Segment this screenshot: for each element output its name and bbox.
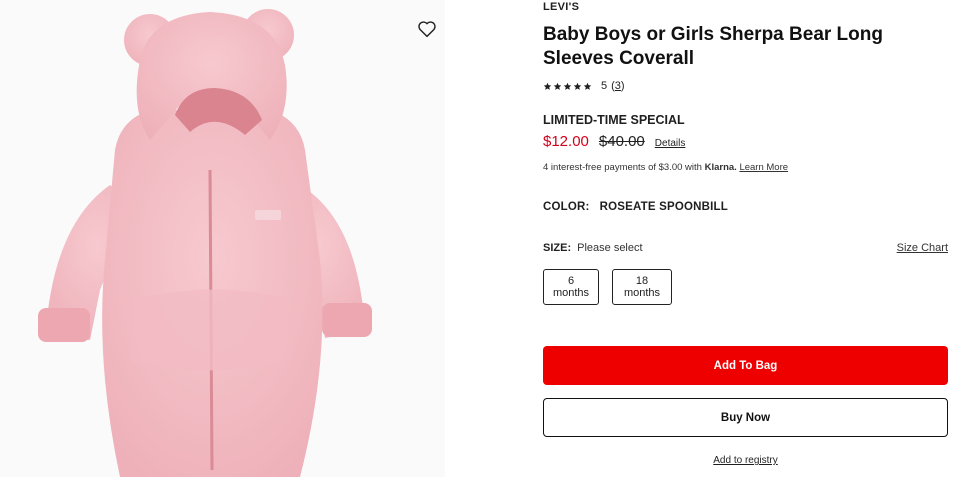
star-icon	[553, 82, 562, 90]
rating-row[interactable]: 5 (3)	[543, 80, 625, 92]
installment-text: 4 interest-free payments of $3.00 with K…	[543, 162, 788, 173]
price-row: $12.00 $40.00 Details	[543, 133, 685, 150]
sale-price: $12.00	[543, 133, 589, 150]
add-to-bag-button[interactable]: Add To Bag	[543, 346, 948, 385]
star-icon	[543, 82, 552, 90]
add-to-registry-link[interactable]: Add to registry	[543, 455, 948, 466]
installment-prefix: 4 interest-free payments of $3.00 with	[543, 162, 702, 173]
color-row: COLOR: ROSEATE SPOONBILL	[543, 201, 728, 213]
size-option-6-months[interactable]: 6 months	[543, 269, 599, 305]
rating-value: 5	[601, 80, 608, 92]
star-icon	[563, 82, 572, 90]
details-link[interactable]: Details	[655, 138, 686, 149]
review-count[interactable]: (3)	[611, 80, 624, 92]
promo-label: LIMITED-TIME SPECIAL	[543, 113, 685, 127]
star-rating	[543, 82, 592, 91]
size-label: SIZE:	[543, 242, 572, 254]
wishlist-button[interactable]	[414, 16, 440, 42]
size-prompt: Please select	[577, 242, 643, 254]
product-title: Baby Boys or Girls Sherpa Bear Long Slee…	[543, 24, 883, 69]
size-chart-link[interactable]: Size Chart	[897, 242, 948, 254]
learn-more-link[interactable]: Learn More	[739, 162, 788, 173]
klarna-logo: Klarna.	[704, 162, 737, 173]
heart-outline-icon	[418, 21, 436, 38]
star-icon	[573, 82, 582, 90]
brand-name[interactable]: LEVI'S	[543, 1, 579, 13]
star-icon	[583, 82, 592, 90]
size-option-18-months[interactable]: 18 months	[612, 269, 672, 305]
color-label: COLOR:	[543, 201, 590, 213]
size-row: SIZE: Please select Size Chart	[543, 242, 948, 254]
original-price: $40.00	[598, 133, 645, 150]
color-value: ROSEATE SPOONBILL	[599, 201, 728, 213]
buy-now-button[interactable]: Buy Now	[543, 398, 948, 437]
review-count-link[interactable]: 3	[615, 80, 621, 92]
coverall-illustration	[0, 0, 445, 477]
product-image[interactable]	[0, 0, 445, 477]
